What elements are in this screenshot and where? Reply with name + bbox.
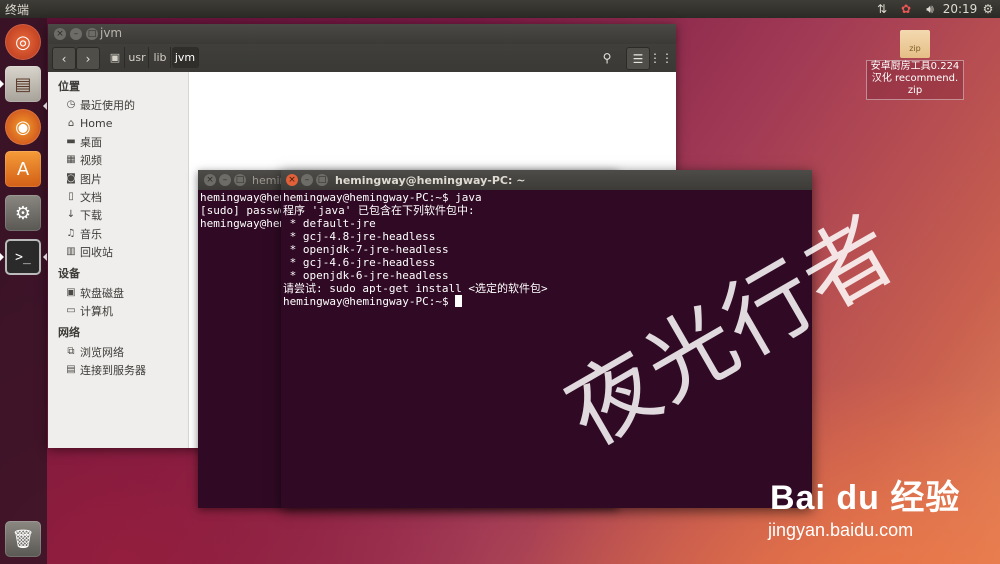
files-icon[interactable]: ▤: [5, 66, 41, 102]
software-center-icon[interactable]: A: [5, 151, 41, 187]
drive-icon[interactable]: ▣: [106, 47, 125, 68]
terminal-line: 请尝试: sudo apt-get install <选定的软件包>: [283, 282, 548, 295]
sidebar-item-recent[interactable]: ◷ 最近使用的: [65, 97, 135, 112]
active-indicator: [43, 102, 47, 110]
desktop-file-label: 安卓厨房工具0.224 汉化 recommend. zip: [866, 60, 964, 100]
close-icon[interactable]: ×: [204, 174, 216, 186]
maximize-icon[interactable]: □: [316, 174, 328, 186]
list-view-icon[interactable]: ☰: [626, 47, 650, 70]
sidebar-header-devices: 设备: [58, 267, 80, 280]
clock[interactable]: 20:19: [943, 0, 978, 18]
terminal-icon[interactable]: >_: [5, 239, 41, 275]
forward-button[interactable]: ›: [76, 47, 100, 70]
search-icon[interactable]: ⚲: [596, 47, 618, 68]
zip-file-icon: zip: [900, 30, 930, 58]
volume-icon[interactable]: 🔊︎: [920, 0, 940, 18]
close-icon[interactable]: ×: [54, 28, 66, 40]
desktop-file-icon[interactable]: zip 安卓厨房工具0.224 汉化 recommend. zip: [866, 30, 964, 100]
breadcrumb-usr[interactable]: usr: [126, 47, 149, 68]
terminal-line: * openjdk-6-jre-headless: [283, 269, 449, 282]
terminal-line: 程序 'java' 已包含在下列软件包中:: [283, 204, 475, 217]
baidu-url: jingyan.baidu.com: [768, 520, 914, 540]
terminal-prompt-line[interactable]: hemingway@hemingway-PC:~$: [283, 295, 463, 308]
floppy-icon: ▣: [66, 287, 76, 298]
sidebar-item-videos[interactable]: ▦ 视频: [65, 152, 102, 167]
download-icon: ↓: [66, 209, 76, 220]
network-transfer-icon[interactable]: ⇅: [874, 0, 890, 18]
sidebar-header-network: 网络: [58, 326, 80, 339]
film-icon: ▦: [66, 154, 76, 165]
terminal-cursor: [455, 295, 463, 307]
terminal-line: * openjdk-7-jre-headless: [283, 243, 449, 256]
app-title: 终端: [5, 3, 30, 17]
music-icon: ♫: [66, 228, 76, 239]
sidebar-item-computer[interactable]: ▭ 计算机: [65, 303, 113, 318]
terminal-line: hemingway@hem: [200, 191, 287, 204]
sidebar-item-downloads[interactable]: ↓ 下载: [65, 207, 102, 222]
system-settings-icon[interactable]: ⚙: [5, 195, 41, 231]
sidebar-item-documents[interactable]: ▯ 文档: [65, 189, 102, 204]
running-indicator: [0, 253, 4, 261]
document-icon: ▯: [68, 191, 74, 202]
terminal-line: [sudo] passwo: [200, 204, 287, 217]
maximize-icon[interactable]: □: [86, 28, 98, 40]
window-titlebar[interactable]: × – □ jvm: [48, 24, 676, 44]
home-icon: ⌂: [67, 118, 75, 129]
minimize-icon[interactable]: –: [70, 28, 82, 40]
active-indicator: [43, 253, 47, 261]
running-indicator: [0, 80, 4, 88]
sidebar-item-desktop[interactable]: ▬ 桌面: [65, 134, 102, 149]
sidebar-item-music[interactable]: ♫ 音乐: [65, 226, 102, 241]
gear-icon[interactable]: ⚙: [980, 0, 996, 18]
trash-icon: ▥: [66, 246, 76, 257]
back-button[interactable]: ‹: [52, 47, 76, 70]
toolbar: ‹ › ▣ usr lib jvm ⚲ ☰ ⋮⋮: [48, 44, 676, 72]
terminal-line: hemingway@hemingway-PC:~$ java: [283, 191, 482, 204]
input-method-icon[interactable]: ✿: [898, 0, 914, 18]
maximize-icon[interactable]: □: [234, 174, 246, 186]
launcher: ◎ ▤ ◉ A ⚙ >_ 🗑︎: [0, 18, 47, 564]
breadcrumb-lib[interactable]: lib: [150, 47, 171, 68]
terminal-line: hemingway@hem: [200, 217, 287, 230]
sidebar: 位置 ◷ 最近使用的 ⌂ Home ▬ 桌面 ▦ 视频 ◙ 图片 ▯ 文档 ↓ 下载 ♫ 音乐 …: [48, 72, 189, 448]
close-icon[interactable]: ×: [286, 174, 298, 186]
breadcrumb-jvm[interactable]: jvm: [172, 47, 199, 68]
baidu-logo: Bai du 经验: [770, 479, 961, 517]
window-title: jvm: [100, 26, 123, 40]
sidebar-item-pictures[interactable]: ◙ 图片: [65, 171, 102, 186]
sidebar-header-places: 位置: [58, 80, 80, 93]
sidebar-item-trash[interactable]: ▥ 回收站: [65, 244, 113, 259]
sidebar-item-browse-network[interactable]: ⧉ 浏览网络: [65, 344, 124, 359]
camera-icon: ◙: [66, 173, 76, 184]
window-title: hemingway@hemingway-PC: ~: [335, 174, 526, 187]
sidebar-item-home[interactable]: ⌂ Home: [65, 116, 113, 131]
trash-icon[interactable]: 🗑︎: [5, 521, 41, 557]
minimize-icon[interactable]: –: [301, 174, 313, 186]
window-titlebar[interactable]: × – □ hemingway@hemingway-PC: ~: [281, 170, 812, 190]
terminal-line: * default-jre: [283, 217, 376, 230]
sidebar-item-floppy[interactable]: ▣ 软盘磁盘: [65, 285, 124, 300]
terminal-line: * gcj-4.6-jre-headless: [283, 256, 436, 269]
network-icon: ⧉: [67, 346, 75, 357]
firefox-icon[interactable]: ◉: [5, 109, 41, 145]
computer-icon: ▭: [66, 305, 76, 316]
server-icon: ▤: [66, 364, 76, 375]
minimize-icon[interactable]: –: [219, 174, 231, 186]
sidebar-item-connect-server[interactable]: ▤ 连接到服务器: [65, 362, 146, 377]
terminal-line: * gcj-4.8-jre-headless: [283, 230, 436, 243]
ubuntu-dash-icon[interactable]: ◎: [5, 24, 41, 60]
folder-icon: ▬: [66, 136, 76, 147]
top-panel: 终端 ⇅ ✿ 🔊︎ 20:19 ⚙: [0, 0, 1000, 18]
grid-view-icon[interactable]: ⋮⋮: [649, 47, 673, 68]
clock-icon: ◷: [66, 99, 76, 110]
